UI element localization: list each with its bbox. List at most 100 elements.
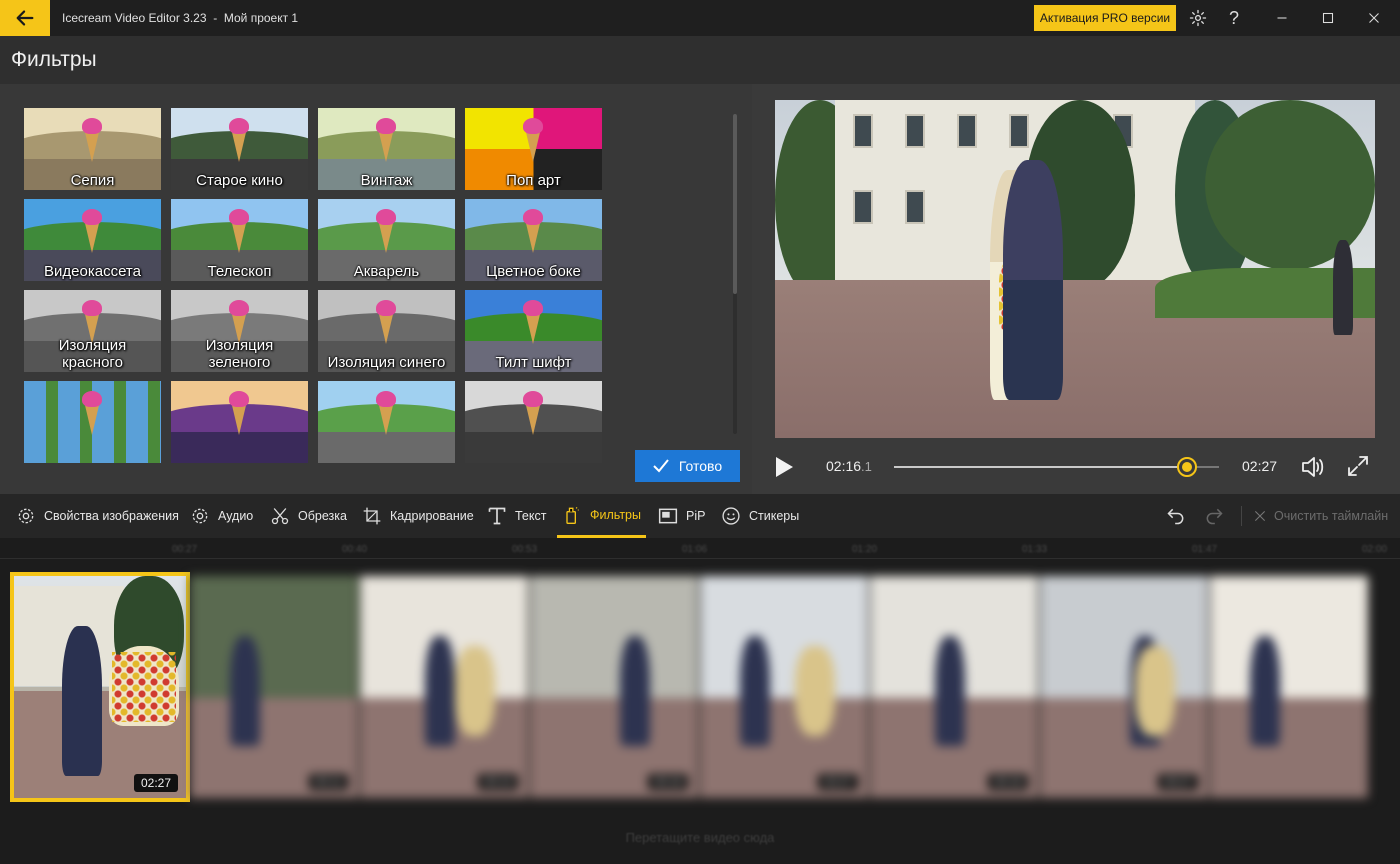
tool-trim[interactable]: Обрезка xyxy=(270,494,347,538)
undo-icon xyxy=(1167,508,1184,525)
filter-label: Телескоп xyxy=(207,263,272,280)
current-time-fraction: .1 xyxy=(861,459,872,474)
clip-frame[interactable]: 00:14 xyxy=(360,576,528,798)
tool-text[interactable]: Текст xyxy=(487,494,546,538)
clear-timeline-button[interactable]: Очистить таймлайн xyxy=(1252,494,1388,538)
tool-pip[interactable]: PiP xyxy=(658,494,705,538)
ruler-tick: 00:40 xyxy=(342,544,368,555)
toolbar-divider xyxy=(1241,506,1242,526)
clip-frame[interactable]: 00:11 xyxy=(190,576,358,798)
undo-button[interactable] xyxy=(1166,494,1186,538)
filter-label: Изоляция синего xyxy=(327,354,446,371)
maximize-button[interactable] xyxy=(1316,6,1340,30)
filter-tile[interactable] xyxy=(465,381,602,463)
timeline[interactable]: 00:27 00:40 00:53 01:06 01:20 01:33 01:47 02:00… xyxy=(0,538,1400,864)
filter-label: Цветное боке xyxy=(486,263,581,280)
filters-grid: Сепия Старое кино Винтаж Поп арт Видеокассет… xyxy=(24,108,604,464)
filter-tile[interactable]: Телескоп xyxy=(171,199,308,281)
close-button[interactable] xyxy=(1362,6,1386,30)
filter-tile[interactable]: Цветное боке xyxy=(465,199,602,281)
settings-button[interactable] xyxy=(1186,6,1210,30)
tool-audio[interactable]: Аудио xyxy=(190,494,253,538)
filter-label: Винтаж xyxy=(360,172,413,189)
tool-label: Аудио xyxy=(218,509,254,523)
seek-handle[interactable] xyxy=(1176,457,1197,477)
fullscreen-icon[interactable] xyxy=(1346,454,1370,478)
tool-filters[interactable]: Фильтры xyxy=(557,494,646,538)
clear-timeline-label: Очистить таймлайн xyxy=(1274,509,1389,523)
back-button[interactable] xyxy=(0,0,50,36)
clip-frame[interactable]: 00:16 xyxy=(530,576,698,798)
filter-tile[interactable] xyxy=(318,381,455,463)
clip-duration: 02:27 xyxy=(133,774,178,792)
filter-label: Изоляция красного xyxy=(58,337,127,371)
clip-frame[interactable]: 00:16 xyxy=(870,576,1038,798)
clip-duration: 00:16 xyxy=(648,774,688,790)
clip-thumbnails: 00:11 00:14 00:16 02:27 00:16 00:27 xyxy=(190,576,1368,798)
selected-clip[interactable]: 02:27 xyxy=(10,572,190,802)
play-icon[interactable] xyxy=(774,456,794,478)
current-time-value: 02:16 xyxy=(826,458,862,474)
clip-man xyxy=(62,626,102,776)
video-preview[interactable] xyxy=(775,100,1375,438)
maximize-icon xyxy=(1322,12,1334,24)
scissors-icon xyxy=(271,508,289,525)
clip-frame[interactable]: 02:27 xyxy=(700,576,868,798)
gear-icon xyxy=(1189,9,1207,27)
tool-label: Свойства изображения xyxy=(44,509,179,523)
clip-frame[interactable]: 00:27 xyxy=(1040,576,1208,798)
filter-tile[interactable]: Изоляция зеленого xyxy=(171,290,308,372)
tool-image-properties[interactable]: Свойства изображения xyxy=(16,494,179,538)
tool-label: Фильтры xyxy=(590,507,641,522)
filter-tile[interactable]: Старое кино xyxy=(171,108,308,190)
pip-icon xyxy=(658,508,678,524)
seek-progress xyxy=(894,466,1187,468)
timeline-ruler: 00:27 00:40 00:53 01:06 01:20 01:33 01:47 02:00 xyxy=(0,538,1400,562)
filter-label: Акварель xyxy=(353,263,420,280)
ruler-tick: 00:27 xyxy=(172,544,198,555)
filter-tile[interactable] xyxy=(171,381,308,463)
filter-tile[interactable]: Изоляция красного xyxy=(24,290,161,372)
tool-label: Текст xyxy=(515,509,547,523)
ruler-line xyxy=(0,558,1400,559)
filters-scroll-thumb[interactable] xyxy=(733,114,737,294)
tool-label: Стикеры xyxy=(749,509,800,523)
crop-icon xyxy=(363,507,381,525)
filter-tile[interactable]: Тилт шифт xyxy=(465,290,602,372)
clip-duration: 00:16 xyxy=(988,774,1028,790)
seek-bar[interactable] xyxy=(894,457,1219,477)
ruler-tick: 01:06 xyxy=(682,544,708,555)
clip-frame[interactable] xyxy=(1210,576,1368,798)
filter-tile[interactable]: Акварель xyxy=(318,199,455,281)
tool-crop[interactable]: Кадрирование xyxy=(362,494,474,538)
filters-panel: Сепия Старое кино Винтаж Поп арт Видеокассет… xyxy=(0,84,752,494)
minimize-icon xyxy=(1277,17,1287,19)
filter-label: Изоляция зеленого xyxy=(205,337,274,371)
tool-stickers[interactable]: Стикеры xyxy=(721,494,799,538)
filter-label: Сепия xyxy=(70,172,115,189)
tool-label: Кадрирование xyxy=(390,509,474,523)
minimize-button[interactable] xyxy=(1270,6,1294,30)
filter-tile[interactable]: Изоляция синего xyxy=(318,290,455,372)
video-man xyxy=(1003,160,1063,400)
volume-icon[interactable] xyxy=(1300,454,1326,480)
filter-tile[interactable]: Винтаж xyxy=(318,108,455,190)
done-button[interactable]: Готово xyxy=(635,450,740,482)
filter-tile[interactable] xyxy=(24,381,161,463)
filter-tile[interactable]: Видеокассета xyxy=(24,199,161,281)
clip-dress-pattern xyxy=(112,652,176,722)
filter-tile[interactable]: Поп арт xyxy=(465,108,602,190)
filters-scrollbar[interactable] xyxy=(733,114,737,434)
smiley-icon xyxy=(722,507,740,525)
close-icon xyxy=(1369,13,1379,23)
redo-button[interactable] xyxy=(1204,494,1224,538)
filter-tile[interactable]: Сепия xyxy=(24,108,161,190)
filter-label: Видеокассета xyxy=(44,263,141,280)
check-icon xyxy=(653,459,669,473)
activate-pro-button[interactable]: Активация PRO версии xyxy=(1034,5,1176,31)
clip-duration: 00:14 xyxy=(478,774,518,790)
text-icon xyxy=(488,507,506,525)
redo-icon xyxy=(1206,508,1223,525)
audio-gear-icon xyxy=(192,508,208,524)
help-button[interactable]: ? xyxy=(1222,6,1246,30)
